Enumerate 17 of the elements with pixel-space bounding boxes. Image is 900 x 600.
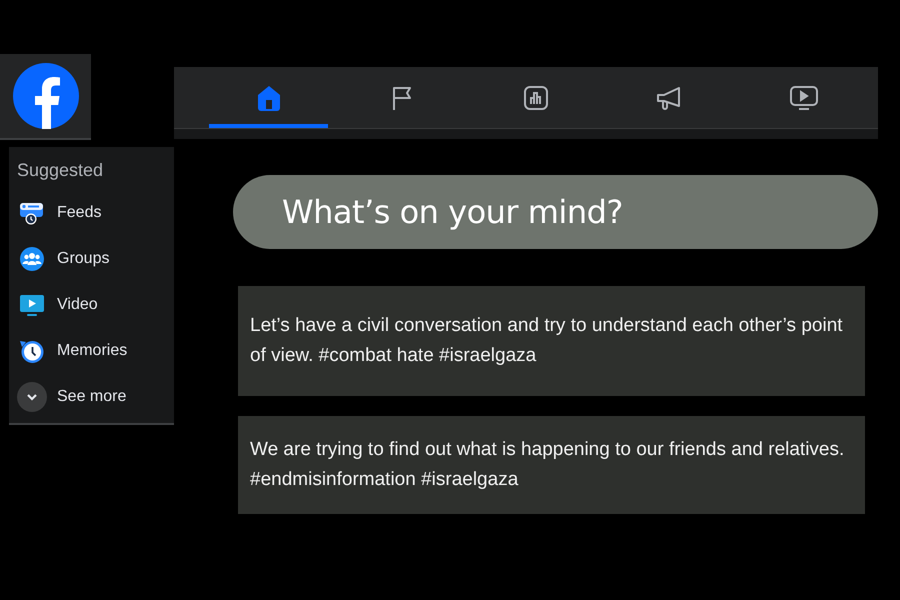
bar-chart-icon <box>522 84 550 112</box>
status-field[interactable]: What’s on your mind? <box>233 175 878 249</box>
menu-item[interactable]: Groups <box>57 250 110 268</box>
menu-item[interactable]: See more <box>57 388 126 406</box>
logo-icon[interactable] <box>12 63 78 129</box>
menu-item[interactable]: Video <box>57 296 98 314</box>
clock-icon <box>19 338 45 364</box>
video-icon <box>19 292 45 318</box>
post-text: Let’s have a civil conversation and try to understand each other’s point of view. #combat hate #israelgaza <box>250 314 844 368</box>
people-icon <box>19 246 45 272</box>
menu-item[interactable]: Memories <box>57 342 128 360</box>
chevron-icon <box>17 382 47 412</box>
menu-item[interactable]: Feeds <box>57 204 102 222</box>
section-heading: Suggested <box>17 160 104 181</box>
feed-icon <box>19 200 45 226</box>
post-text: We are trying to find out what is happening to our friends and relatives. #endmisinformation #israelgaza <box>250 438 846 492</box>
video-icon <box>788 84 819 112</box>
